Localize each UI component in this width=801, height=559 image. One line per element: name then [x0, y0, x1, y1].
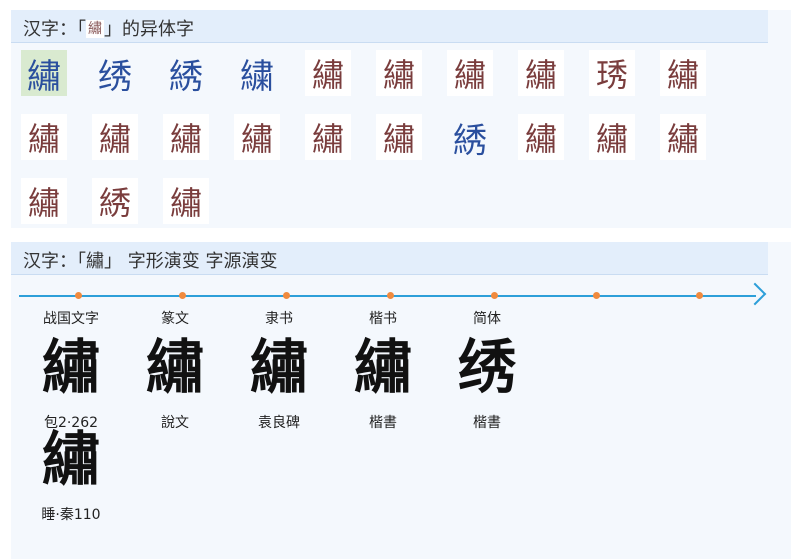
evolution-glyph: 繡	[145, 333, 204, 401]
variant-glyph[interactable]: 繡	[447, 50, 493, 96]
evolution-item[interactable]: 繡睡·秦110	[19, 420, 123, 524]
variant-glyph[interactable]: 繡	[305, 114, 351, 160]
variant-glyph[interactable]: 繡	[518, 50, 564, 96]
evolution-source-label: 袁良碑	[258, 415, 300, 431]
variant-glyph[interactable]: 繡	[21, 50, 67, 97]
variant-glyph[interactable]: 繡	[21, 178, 67, 224]
variant-glyph[interactable]: 繡	[163, 178, 209, 224]
variant-glyph[interactable]: 綉	[447, 114, 493, 161]
evolution-item[interactable]: 隶书繡袁良碑	[227, 308, 331, 432]
title-glyph-image: 繡	[86, 20, 104, 38]
evolution-panel: 汉字：「繡」 字形演变 字源演变 战国文字繡包2·262 篆文繡說文 隶书繡袁良碑楷…	[11, 242, 791, 559]
variant-glyph[interactable]: 繡	[376, 114, 422, 160]
variants-panel: 汉字：「繡」的异体字 繡绣綉繍繡繡繡繡琇繡繡繡繡繡繡繡綉繡繡繡繡綉繡	[11, 10, 791, 228]
evolution-item[interactable]: 简体绣楷書	[435, 308, 539, 432]
variant-glyph[interactable]: 琇	[589, 50, 635, 96]
timeline-dot	[283, 292, 290, 299]
timeline-dot	[491, 292, 498, 299]
evolution-glyph: 繡	[249, 333, 308, 401]
evolution-glyph: 绣	[457, 333, 516, 401]
variant-glyph[interactable]: 綉	[92, 178, 138, 224]
timeline-dot	[387, 292, 394, 299]
variant-glyph[interactable]: 繡	[589, 114, 635, 160]
variant-glyph[interactable]: 繡	[163, 114, 209, 160]
variant-glyph[interactable]: 繡	[660, 50, 706, 96]
variant-glyph[interactable]: 繡	[234, 114, 280, 160]
timeline-dot	[696, 292, 703, 299]
timeline-dot	[179, 292, 186, 299]
timeline-dot	[593, 292, 600, 299]
evolution-timeline	[19, 282, 771, 306]
variants-title: 汉字：「繡」的异体字	[23, 19, 194, 40]
evolution-item[interactable]: 楷书繡楷書	[331, 308, 435, 432]
timeline-arrow-icon	[743, 282, 767, 306]
variant-glyph[interactable]: 绣	[92, 50, 138, 97]
evolution-item[interactable]: 战国文字繡包2·262	[19, 308, 123, 432]
evolution-source-label: 睡·秦110	[41, 507, 101, 523]
evolution-era-label: 隶书	[265, 311, 293, 327]
variant-glyph[interactable]: 綉	[163, 50, 209, 97]
variant-glyph[interactable]: 繡	[305, 50, 351, 96]
evolution-era-label: 篆文	[161, 311, 189, 327]
variant-glyph[interactable]: 繡	[376, 50, 422, 96]
evolution-glyph: 繡	[41, 425, 100, 493]
timeline-dot	[75, 292, 82, 299]
evolution-era-label: 战国文字	[43, 311, 99, 327]
evolution-source-label: 楷書	[369, 415, 397, 431]
evolution-glyph: 繡	[353, 333, 412, 401]
evolution-source-label: 說文	[161, 415, 189, 431]
variant-glyph[interactable]: 繡	[92, 114, 138, 160]
evolution-title: 汉字：「繡」 字形演变 字源演变	[23, 251, 278, 272]
variants-header: 汉字：「繡」的异体字	[11, 10, 768, 43]
variant-glyph[interactable]: 繡	[660, 114, 706, 160]
evolution-source-label: 楷書	[473, 415, 501, 431]
evolution-glyph: 繡	[41, 333, 100, 401]
evolution-era-label: 楷书	[369, 311, 397, 327]
evolution-era-label: 简体	[473, 311, 501, 327]
evolution-header: 汉字：「繡」 字形演变 字源演变	[11, 242, 768, 275]
variant-glyph[interactable]: 繍	[234, 50, 280, 97]
variant-glyph[interactable]: 繡	[21, 114, 67, 160]
variants-grid: 繡绣綉繍繡繡繡繡琇繡繡繡繡繡繡繡綉繡繡繡繡綉繡	[11, 50, 791, 228]
variant-glyph[interactable]: 繡	[518, 114, 564, 160]
evolution-item[interactable]: 篆文繡說文	[123, 308, 227, 432]
